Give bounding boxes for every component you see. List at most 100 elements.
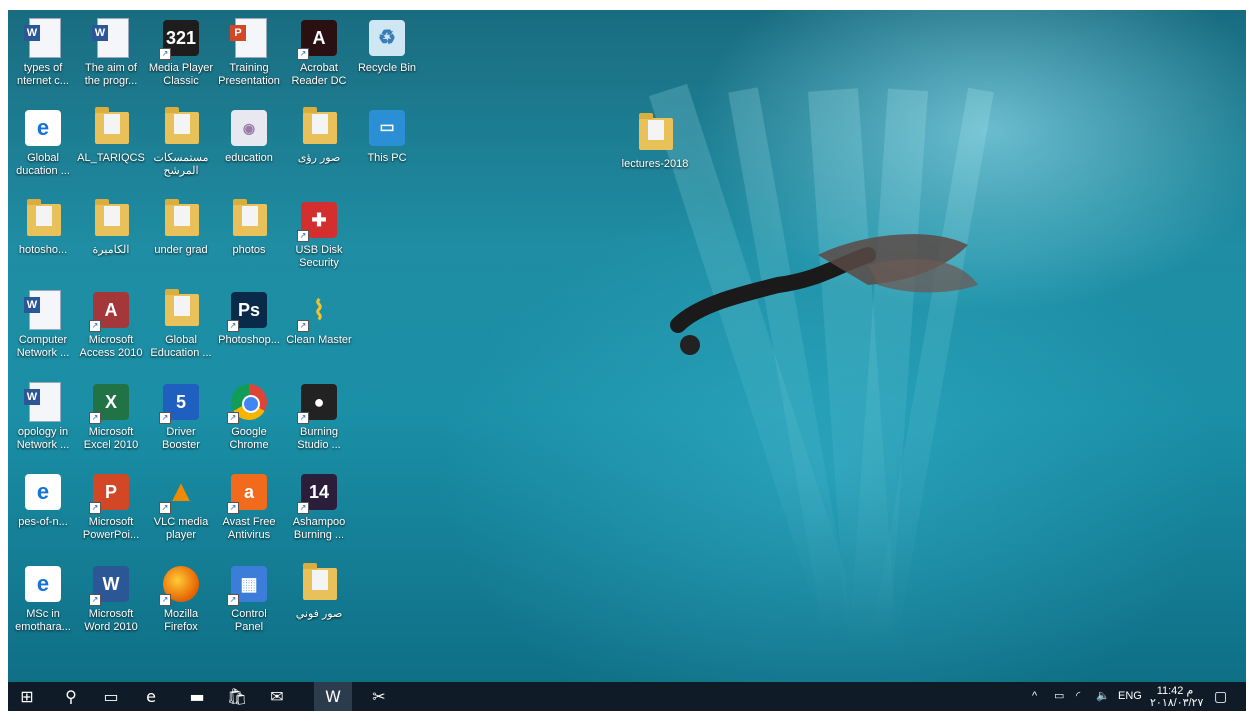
desktop-icon[interactable]: Wtypes of nternet c... [8,16,78,102]
windows-logo-icon: ⊞ [20,687,34,706]
task-view-button[interactable]: ▭ [92,682,130,711]
desktop-icon[interactable]: W ↗ Microsoft Word 2010 [76,562,146,648]
folder-icon [227,198,271,242]
word-icon: W [325,687,341,706]
desktop-icon[interactable]: ↗ Mozilla Firefox [146,562,216,648]
desktop-icon[interactable]: Global Education ... [146,288,216,374]
desktop-icon[interactable]: صور فوني [284,562,354,648]
battery-icon[interactable]: ▭ [1054,682,1070,711]
shortcut-arrow-icon: ↗ [159,412,171,424]
desktop-icon-label: الكاميرة [92,244,130,256]
desktop-icon[interactable]: ▲ ↗ VLC media player [146,470,216,556]
acrobat-reader-icon: A ↗ [297,16,341,60]
notification-center-icon[interactable]: ▢ [1214,682,1234,711]
desktop-icon[interactable]: W Computer Network ... [8,288,78,374]
desktop-icon-label: opology in Network ... [16,426,70,451]
clock[interactable]: 11:42 م ٢٠١٨/٠٣/٢٧ [1150,682,1203,714]
powerpoint-icon: P ↗ [89,470,133,514]
desktop-icon[interactable]: under grad [146,198,216,284]
desktop-icon[interactable]: P Training Presentation [214,16,284,102]
desktop-icon[interactable]: الكاميرة [76,198,146,284]
folder-icon [89,198,133,242]
desktop-icon-label: Media Player Classic [148,62,214,87]
desktop-icon[interactable]: صور رؤى [284,106,354,192]
desktop-icon[interactable]: e Global ducation ... [8,106,78,192]
recycle-bin-icon: ♻ [365,16,409,60]
burning-studio-disc-icon: ● ↗ [297,380,341,424]
desktop-icon[interactable]: Ps ↗ Photoshop... [214,288,284,374]
desktop-icon-label: Mozilla Firefox [163,608,199,633]
desktop-icon[interactable]: Wopology in Network ... [8,380,78,466]
word-document-icon: W [21,288,65,332]
edge-pdf-icon: e [21,106,65,150]
desktop-icon[interactable]: X ↗ Microsoft Excel 2010 [76,380,146,466]
desktop-icon[interactable]: W The aim of the progr... [76,16,146,102]
desktop-icon-label: Microsoft PowerPoi... [82,516,140,541]
desktop-icon[interactable]: P ↗ Microsoft PowerPoi... [76,470,146,556]
desktop-icon-label: Training Presentation [218,62,280,87]
desktop-icon[interactable]: ▦ ↗ Control Panel [214,562,284,648]
desktop-icon[interactable]: A ↗ Acrobat Reader DC [284,16,354,102]
this-pc-icon: ▭ [365,106,409,150]
photoshop-icon: Ps ↗ [227,288,271,332]
desktop-icon[interactable]: ✚ ↗ USB Disk Security [284,198,354,284]
taskbar: ⊞ ⚲ ▭ e ▬ 🛍 ✉ W ✂ ^ ▭ ◜ 🔈 ENG 11:42 م ٢٠١٨/٠٣/٢٧… [8,682,1246,711]
word-document-icon: W [21,380,65,424]
control-panel-icon: ▦ ↗ [227,562,271,606]
desktop-icon[interactable]: 14 ↗ Ashampoo Burning ... [284,470,354,556]
task-view-icon: ▭ [103,687,119,706]
desktop-icon[interactable]: 321 ↗ Media Player Classic [146,16,216,102]
wifi-icon[interactable]: ◜ [1076,682,1092,711]
desktop-icon-label: Recycle Bin [357,62,417,74]
desktop-icon-label: education [225,152,273,164]
desktop-icon-label: pes-of-n... [18,516,68,528]
folder-icon [297,106,341,150]
desktop-icon-label: صور رؤى [297,152,341,164]
word-taskbar-button[interactable]: W [314,682,352,711]
desktop-icon[interactable]: hotosho... [8,198,78,284]
desktop-icon[interactable]: photos [214,198,284,284]
desktop-icon[interactable]: ♻ Recycle Bin [352,16,422,102]
desktop-icon[interactable]: مستمسكات المرشح [146,106,216,192]
desktop-icon[interactable]: 5 ↗ Driver Booster [146,380,216,466]
desktop-icon-label: VLC media player [153,516,209,541]
folder-icon [21,198,65,242]
desktop-icon[interactable]: AL_TARIQCS [76,106,146,192]
folder-icon [159,288,203,332]
desktop-icon-label: Acrobat Reader DC [291,62,347,87]
shortcut-arrow-icon: ↗ [159,594,171,606]
desktop-icon-label: AL_TARIQCS [77,152,145,164]
show-hidden-icons-chevron[interactable]: ^ [1032,682,1044,711]
desktop-icon-label: صور فوني [295,608,343,620]
desktop-icon[interactable]: ▭ This PC [352,106,422,192]
folder-icon [159,106,203,150]
desktop-icon[interactable]: e pes-of-n... [8,470,78,556]
desktop-icon[interactable]: a ↗ Avast Free Antivirus [214,470,284,556]
folder-icon [633,112,677,156]
language-indicator[interactable]: ENG [1118,682,1142,711]
volume-icon[interactable]: 🔈 [1096,682,1112,711]
start-button[interactable]: ⊞ [8,682,46,711]
desktop-icon-lectures-2018[interactable]: lectures-2018 [620,112,690,198]
desktop-icon[interactable]: ↗ Google Chrome [214,380,284,466]
powerpoint-document-icon: P [227,16,271,60]
driver-booster-icon: 5 ↗ [159,380,203,424]
edge-taskbar-button[interactable]: e [132,682,170,711]
desktop-icon[interactable]: e MSc in emothara... [8,562,78,648]
user-folder-icon [89,106,133,150]
desktop-icon-label: Avast Free Antivirus [222,516,276,541]
mail-taskbar-button[interactable]: ✉ [258,682,296,711]
snipping-tool-taskbar-button[interactable]: ✂ [360,682,398,711]
clean-master-broom-icon: ⌇ ↗ [297,288,341,332]
word-document-icon: W [21,16,65,60]
search-button[interactable]: ⚲ [52,682,90,711]
store-taskbar-button[interactable]: 🛍 [218,682,256,711]
desktop-icon[interactable]: ◉ education [214,106,284,192]
desktop-icon[interactable]: ● ↗ Burning Studio ... [284,380,354,466]
shortcut-arrow-icon: ↗ [227,502,239,514]
file-explorer-taskbar-button[interactable]: ▬ [178,682,216,711]
excel-icon: X ↗ [89,380,133,424]
desktop-icon-label: Photoshop... [218,334,280,346]
desktop-icon[interactable]: ⌇ ↗ Clean Master [284,288,354,374]
desktop-icon[interactable]: A ↗ Microsoft Access 2010 [76,288,146,374]
